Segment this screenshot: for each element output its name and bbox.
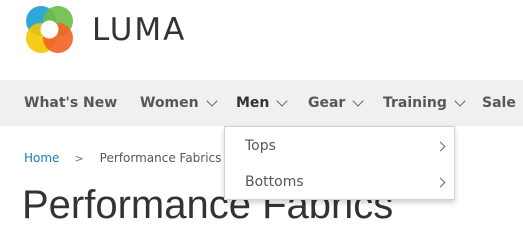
nav-item-label: What's New xyxy=(24,95,118,111)
nav-item-label: Training xyxy=(383,95,447,111)
nav-item-men[interactable]: Men xyxy=(236,80,289,126)
main-navigation: What's New Women Men Gear Training Sale xyxy=(0,80,523,126)
nav-item-sale[interactable]: Sale xyxy=(482,80,516,126)
nav-item-label: Men xyxy=(236,95,270,111)
breadcrumb-home-link[interactable]: Home xyxy=(24,151,59,165)
chevron-down-icon xyxy=(352,94,365,107)
submenu-item-bottoms[interactable]: Bottoms xyxy=(225,164,454,200)
chevron-right-icon xyxy=(435,141,446,152)
nav-item-women[interactable]: Women xyxy=(140,80,218,126)
nav-item-whats-new[interactable]: What's New xyxy=(24,80,117,126)
submenu-item-tops[interactable]: Tops xyxy=(225,128,454,164)
chevron-down-icon xyxy=(205,94,218,107)
nav-item-gear[interactable]: Gear xyxy=(308,80,365,126)
luma-logo[interactable]: LUMA xyxy=(24,5,186,54)
logo-text: LUMA xyxy=(92,11,187,48)
breadcrumb: Home > Performance Fabrics xyxy=(24,151,221,165)
breadcrumb-separator: > xyxy=(74,151,84,165)
submenu-item-label: Bottoms xyxy=(245,174,304,190)
chevron-down-icon xyxy=(454,94,466,107)
nav-item-label: Sale xyxy=(482,95,516,111)
submenu-item-label: Tops xyxy=(245,138,276,154)
nav-item-label: Women xyxy=(140,95,199,111)
men-submenu-dropdown: Tops Bottoms xyxy=(224,126,455,200)
breadcrumb-current: Performance Fabrics xyxy=(99,151,222,165)
chevron-right-icon xyxy=(435,177,446,188)
luma-logo-icon xyxy=(26,6,73,53)
nav-item-training[interactable]: Training xyxy=(383,80,466,126)
nav-item-label: Gear xyxy=(308,95,346,111)
chevron-down-icon xyxy=(276,94,289,107)
